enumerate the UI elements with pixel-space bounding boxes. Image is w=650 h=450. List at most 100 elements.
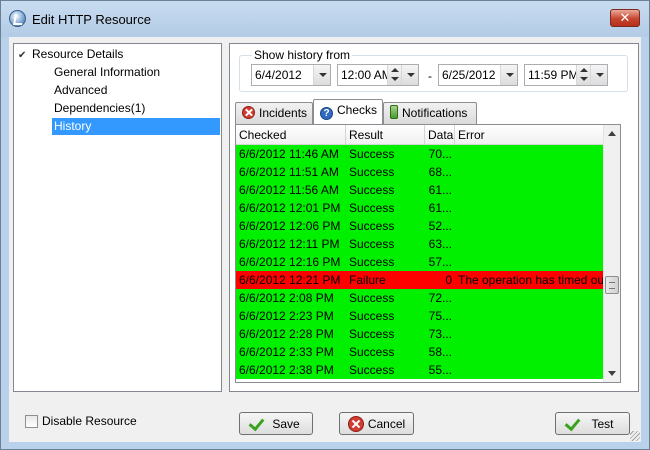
history-tabs: Incidents ? Checks Notifications xyxy=(235,99,635,124)
table-row[interactable]: 6/6/2012 12:11 PM Success 63... xyxy=(236,235,604,253)
cell-error xyxy=(455,361,604,379)
spinner-icon[interactable] xyxy=(576,65,590,85)
error-icon xyxy=(242,106,255,119)
app-logo-icon xyxy=(9,10,26,27)
cell-data: 55... xyxy=(428,363,452,377)
cell-result: Success xyxy=(349,363,395,377)
cell-data: 73... xyxy=(428,327,452,341)
cell-checked: 6/6/2012 2:23 PM xyxy=(239,309,334,323)
cell-error xyxy=(455,199,604,217)
tab-checks-label: Checks xyxy=(337,103,378,117)
column-header-error[interactable]: Error xyxy=(455,125,604,145)
edit-http-resource-window: Edit HTTP Resource ✕ ✔ Resource Details G… xyxy=(0,0,650,450)
grid-header: Checked Result Data Error xyxy=(236,125,604,145)
cell-data: 75... xyxy=(428,309,452,323)
resize-grip-icon[interactable] xyxy=(630,431,640,441)
from-date-picker[interactable]: 6/4/2012 xyxy=(251,64,331,86)
cancel-button[interactable]: Cancel xyxy=(339,412,414,435)
cancel-button-label: Cancel xyxy=(367,417,406,431)
cell-result: Failure xyxy=(349,273,386,287)
disable-resource-checkbox[interactable] xyxy=(25,415,38,428)
cell-error xyxy=(455,235,604,253)
column-header-checked[interactable]: Checked xyxy=(236,125,346,145)
cell-data: 70... xyxy=(428,147,452,161)
cell-checked: 6/6/2012 12:06 PM xyxy=(239,219,341,233)
table-row[interactable]: 6/6/2012 12:21 PM Failure 0 The operation h… xyxy=(236,271,604,289)
cell-result: Success xyxy=(349,291,395,305)
cell-checked: 6/6/2012 12:21 PM xyxy=(239,273,341,287)
cell-data: 0 xyxy=(445,273,452,287)
cell-error xyxy=(455,181,604,199)
cell-checked: 6/6/2012 2:38 PM xyxy=(239,363,334,377)
question-icon: ? xyxy=(320,107,333,120)
tab-checks[interactable]: ? Checks xyxy=(313,99,383,124)
tab-notifications-label: Notifications xyxy=(402,106,468,120)
save-button-label: Save xyxy=(272,417,300,431)
table-row[interactable]: 6/6/2012 12:06 PM Success 52... xyxy=(236,217,604,235)
grid-scrollbar[interactable] xyxy=(603,125,620,382)
table-row[interactable]: 6/6/2012 11:51 AM Success 68... xyxy=(236,163,604,181)
to-time-picker[interactable]: 11:59 PM xyxy=(524,64,608,86)
table-row[interactable]: 6/6/2012 2:08 PM Success 72... xyxy=(236,289,604,307)
scroll-up-icon[interactable] xyxy=(604,125,620,142)
checks-grid: Checked Result Data Error 6/6/2012 11:46… xyxy=(235,124,621,383)
cell-data: 61... xyxy=(428,183,452,197)
spinner-icon[interactable] xyxy=(387,65,401,85)
table-row[interactable]: 6/6/2012 12:01 PM Success 61... xyxy=(236,199,604,217)
disable-resource-option[interactable]: Disable Resource xyxy=(25,414,137,428)
cell-result: Success xyxy=(349,147,395,161)
table-row[interactable]: 6/6/2012 2:28 PM Success 73... xyxy=(236,325,604,343)
tree-item-history[interactable]: History xyxy=(52,118,220,135)
history-panel: Show history from 6/4/2012 12:00 AM - 6/… xyxy=(229,43,639,392)
tree-root-resource-details[interactable]: ✔ Resource Details xyxy=(18,46,123,63)
chevron-down-icon[interactable] xyxy=(313,65,330,85)
cell-result: Success xyxy=(349,165,395,179)
window-title: Edit HTTP Resource xyxy=(32,12,151,27)
cell-data: 63... xyxy=(428,237,452,251)
cell-error xyxy=(455,217,604,235)
cell-error xyxy=(455,307,604,325)
table-row[interactable]: 6/6/2012 2:23 PM Success 75... xyxy=(236,307,604,325)
cell-checked: 6/6/2012 12:01 PM xyxy=(239,201,341,215)
history-range-legend: Show history from xyxy=(252,48,353,62)
close-button[interactable]: ✕ xyxy=(610,9,640,27)
notification-icon xyxy=(390,105,398,119)
cell-checked: 6/6/2012 11:46 AM xyxy=(239,147,339,161)
tree-item-advanced[interactable]: Advanced xyxy=(52,82,220,99)
from-time-picker[interactable]: 12:00 AM xyxy=(337,64,419,86)
column-header-data[interactable]: Data xyxy=(425,125,455,145)
cell-data: 61... xyxy=(428,201,452,215)
title-bar: Edit HTTP Resource ✕ xyxy=(1,1,649,37)
table-row[interactable]: 6/6/2012 11:46 AM Success 70... xyxy=(236,145,604,163)
save-button[interactable]: Save xyxy=(239,412,313,435)
chevron-down-icon[interactable] xyxy=(500,65,517,85)
cell-data: 58... xyxy=(428,345,452,359)
tree-item-general-information[interactable]: General Information xyxy=(52,64,220,81)
test-button[interactable]: Test xyxy=(555,412,630,435)
table-row[interactable]: 6/6/2012 2:38 PM Success 55... xyxy=(236,361,604,379)
chevron-down-icon[interactable] xyxy=(590,65,607,85)
to-time-value: 11:59 PM xyxy=(528,68,579,82)
to-date-picker[interactable]: 6/25/2012 xyxy=(438,64,518,86)
column-header-result[interactable]: Result xyxy=(346,125,425,145)
tab-notifications[interactable]: Notifications xyxy=(383,102,477,124)
tree-root-label: Resource Details xyxy=(32,47,124,61)
scroll-thumb[interactable] xyxy=(605,276,619,294)
table-row[interactable]: 6/6/2012 2:33 PM Success 58... xyxy=(236,343,604,361)
scroll-down-icon[interactable] xyxy=(604,365,620,382)
table-row[interactable]: 6/6/2012 12:16 PM Success 57... xyxy=(236,253,604,271)
cell-result: Success xyxy=(349,309,395,323)
tree-item-dependencies[interactable]: Dependencies(1) xyxy=(52,100,220,117)
chevron-down-icon[interactable]: ✔ xyxy=(18,47,32,64)
cell-data: 52... xyxy=(428,219,452,233)
from-time-value: 12:00 AM xyxy=(341,68,392,82)
chevron-down-icon[interactable] xyxy=(401,65,418,85)
cell-result: Success xyxy=(349,183,395,197)
table-row[interactable]: 6/6/2012 11:56 AM Success 61... xyxy=(236,181,604,199)
cell-data: 57... xyxy=(428,255,452,269)
tab-incidents-label: Incidents xyxy=(259,106,308,120)
cell-checked: 6/6/2012 2:08 PM xyxy=(239,291,334,305)
cell-checked: 6/6/2012 2:33 PM xyxy=(239,345,334,359)
tab-incidents[interactable]: Incidents xyxy=(235,102,313,124)
resource-tree: ✔ Resource Details General Information Ad… xyxy=(13,43,222,392)
